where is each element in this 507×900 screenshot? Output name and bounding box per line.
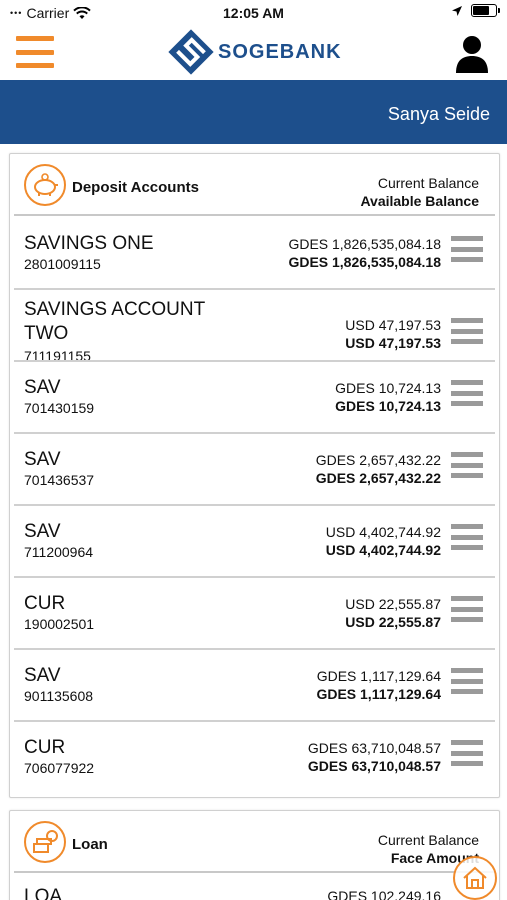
- username-label: Sanya Seide: [387, 104, 490, 124]
- available-balance: GDES 1,826,535,084.18: [288, 254, 441, 270]
- user-profile-icon[interactable]: [455, 33, 489, 73]
- piggy-bank-icon: [24, 164, 66, 206]
- account-row[interactable]: SAV 711200964 USD 4,402,744.92 USD 4,402…: [14, 506, 495, 578]
- account-row[interactable]: SAV 701436537 GDES 2,657,432.22 GDES 2,6…: [14, 434, 495, 506]
- current-balance: GDES 1,826,535,084.18: [288, 236, 441, 252]
- account-menu-icon[interactable]: [451, 524, 483, 550]
- account-menu-icon[interactable]: [451, 380, 483, 406]
- menu-icon[interactable]: [16, 36, 54, 68]
- account-row[interactable]: CUR 190002501 USD 22,555.87 USD 22,555.8…: [14, 578, 495, 650]
- current-balance: USD 47,197.53: [345, 317, 441, 333]
- account-menu-icon[interactable]: [451, 668, 483, 694]
- sogebank-logo: SOGEBANK: [168, 29, 342, 75]
- section-title: Deposit Accounts: [72, 179, 199, 196]
- account-number: 706077922: [24, 760, 95, 776]
- account-number: 711200964: [24, 544, 94, 560]
- top-bar: SOGEBANK: [0, 26, 507, 80]
- deposit-accounts-card: Deposit Accounts Current Balance Availab…: [9, 153, 500, 798]
- account-row[interactable]: SAVINGS ACCOUNT TWO 711191155 USD 47,197…: [14, 290, 495, 362]
- current-balance: GDES 10,724.13: [335, 380, 441, 396]
- account-menu-icon[interactable]: [451, 318, 483, 344]
- sogebank-logo-mark: [168, 29, 214, 75]
- balance-column-header: Current Balance Available Balance: [360, 174, 479, 210]
- account-row[interactable]: SAVINGS ONE 2801009115 GDES 1,826,535,08…: [14, 218, 495, 290]
- available-balance: GDES 2,657,432.22: [315, 470, 441, 486]
- current-balance: GDES 2,657,432.22: [315, 452, 441, 468]
- current-balance: GDES 63,710,048.57: [307, 740, 441, 756]
- current-balance-label: Current Balance: [377, 175, 479, 191]
- account-menu-icon[interactable]: [451, 452, 483, 478]
- available-balance: GDES 63,710,048.57: [307, 758, 441, 774]
- loan-money-icon: [24, 821, 66, 863]
- account-menu-icon[interactable]: [451, 740, 483, 766]
- account-name: CUR: [24, 737, 66, 758]
- account-number: 190002501: [24, 616, 95, 632]
- location-arrow-icon: [452, 5, 462, 16]
- account-name: SAV: [24, 377, 61, 398]
- account-number: 901135608: [24, 688, 94, 704]
- available-balance-label: Available Balance: [360, 193, 479, 209]
- account-menu-icon[interactable]: [451, 236, 483, 262]
- current-balance: USD 22,555.87: [345, 596, 441, 612]
- brand-name: SOGEBANK: [218, 40, 342, 63]
- account-row[interactable]: SAV 901135608 GDES 1,117,129.64 GDES 1,1…: [14, 650, 495, 722]
- available-balance: GDES 1,117,129.64: [316, 686, 441, 702]
- available-balance: USD 22,555.87: [345, 614, 441, 630]
- account-number: 701430159: [24, 400, 95, 416]
- account-name: SAV: [24, 521, 61, 542]
- account-name: SAV: [24, 449, 61, 470]
- loan-card: Loan Current Balance Face Amount LOA GDE…: [9, 810, 500, 900]
- home-icon: [463, 866, 487, 889]
- account-name: SAV: [24, 665, 61, 686]
- account-name: CUR: [24, 593, 66, 614]
- available-balance: USD 47,197.53: [345, 335, 441, 351]
- status-bar: ••• Carrier 12:05 AM: [0, 0, 507, 26]
- account-number: 2801009115: [24, 256, 101, 272]
- current-balance: GDES 102,249.16: [327, 888, 441, 900]
- battery-icon: [471, 4, 500, 17]
- account-menu-icon[interactable]: [451, 596, 483, 622]
- deposit-accounts-header: Deposit Accounts Current Balance Availab…: [14, 154, 495, 216]
- account-number: 701436537: [24, 472, 95, 488]
- available-balance: GDES 10,724.13: [335, 398, 441, 414]
- account-name: SAVINGS ONE: [24, 233, 154, 254]
- account-row[interactable]: LOA GDES 102,249.16: [14, 875, 495, 900]
- home-button[interactable]: [453, 856, 497, 900]
- loan-header: Loan Current Balance Face Amount: [14, 811, 495, 873]
- account-number: 711191155: [24, 348, 91, 360]
- account-name: LOA: [24, 886, 63, 900]
- section-title: Loan: [72, 836, 108, 853]
- account-name: SAVINGS ACCOUNT TWO: [24, 299, 205, 344]
- account-row[interactable]: SAV 701430159 GDES 10,724.13 GDES 10,724…: [14, 362, 495, 434]
- account-row[interactable]: CUR 706077922 GDES 63,710,048.57 GDES 63…: [14, 722, 495, 794]
- user-banner: Sanya Seide: [0, 80, 507, 144]
- available-balance: USD 4,402,744.92: [325, 542, 441, 558]
- current-balance-label: Current Balance: [377, 832, 479, 848]
- current-balance: GDES 1,117,129.64: [316, 668, 441, 684]
- current-balance: USD 4,402,744.92: [325, 524, 441, 540]
- clock: 12:05 AM: [223, 5, 284, 21]
